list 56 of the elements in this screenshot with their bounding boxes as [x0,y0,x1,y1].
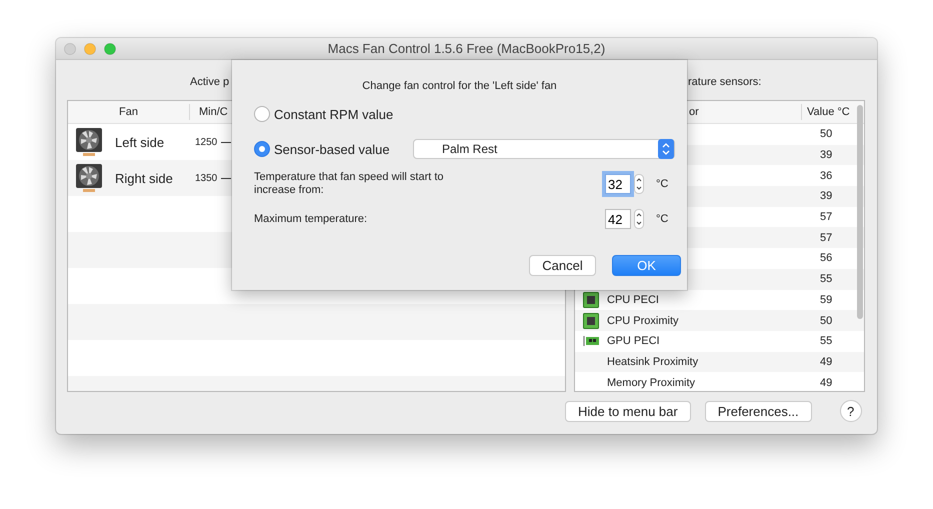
sensor-name: CPU Proximity [607,314,679,327]
sensor-value: 50 [820,314,832,327]
sensor-name: CPU PECI [607,294,659,306]
sensor-value: 50 [820,128,832,140]
column-header: or [689,106,699,118]
hide-to-menu-bar-button[interactable]: Hide to menu bar [565,400,691,422]
panel-label: rature sensors: [688,76,762,88]
sensor-value: 39 [820,190,832,202]
sensor-name: GPU PECI [607,335,660,348]
sensor-name: Heatsink Proximity [607,356,698,368]
sensor-value: 57 [820,211,832,224]
scrollbar[interactable] [857,105,863,319]
field-label: Temperature that fan speed will start to increase from: [254,171,445,197]
fan-speed: 1350 [195,172,218,184]
unit-label: °C [656,213,670,225]
zoom-icon[interactable] [104,42,116,54]
column-header: Value °C [806,105,850,120]
help-button[interactable]: ? [840,400,862,422]
minimize-icon[interactable] [84,42,96,54]
radio-label: Constant RPM value [274,106,394,122]
sensor-value: 49 [820,376,832,389]
fan-name: Right side [115,170,174,186]
chip-icon [583,292,599,308]
radio-button[interactable] [254,106,270,122]
column-header: Min/C [198,105,228,120]
number-field[interactable]: 32 [605,174,631,194]
close-icon[interactable] [64,42,76,54]
sensor-value: 39 [820,149,832,162]
unit-label: °C [656,178,670,190]
sensor-value: 59 [820,294,832,306]
fan-icon [75,128,103,156]
radio-button[interactable] [254,141,270,157]
window-title: Macs Fan Control 1.5.6 Free (MacBookPro15,2) [328,41,606,56]
updown-arrows-icon [658,139,674,159]
sensor-name: Memory Proximity [607,376,696,389]
stepper-icon[interactable] [634,174,644,194]
sensor-value: 55 [820,335,832,348]
radio-label: Sensor-based value [274,142,390,156]
sensor-value: 57 [820,232,832,244]
preferences-button[interactable]: Preferences... [704,400,812,422]
sensor-value: 55 [820,273,832,286]
column-header: Fan [68,104,190,120]
field-label: Maximum temperature: [254,212,368,226]
panel-label: Active p [190,76,230,88]
sensor-value: 49 [820,356,832,368]
fan-speed: 1250 [195,136,218,148]
sensor-value: 56 [820,252,832,264]
stepper-icon[interactable] [634,209,644,229]
fan-icon [75,164,103,192]
sensor-value: 36 [820,170,832,182]
dialog-title: Change fan control for the 'Left side' fan [361,80,558,92]
cancel-button[interactable]: Cancel [529,255,596,276]
number-field[interactable]: 42 [605,209,631,229]
fan-name: Left side [115,134,166,150]
sensor-dropdown[interactable]: Palm Rest [413,139,675,159]
chip-icon [583,312,599,329]
